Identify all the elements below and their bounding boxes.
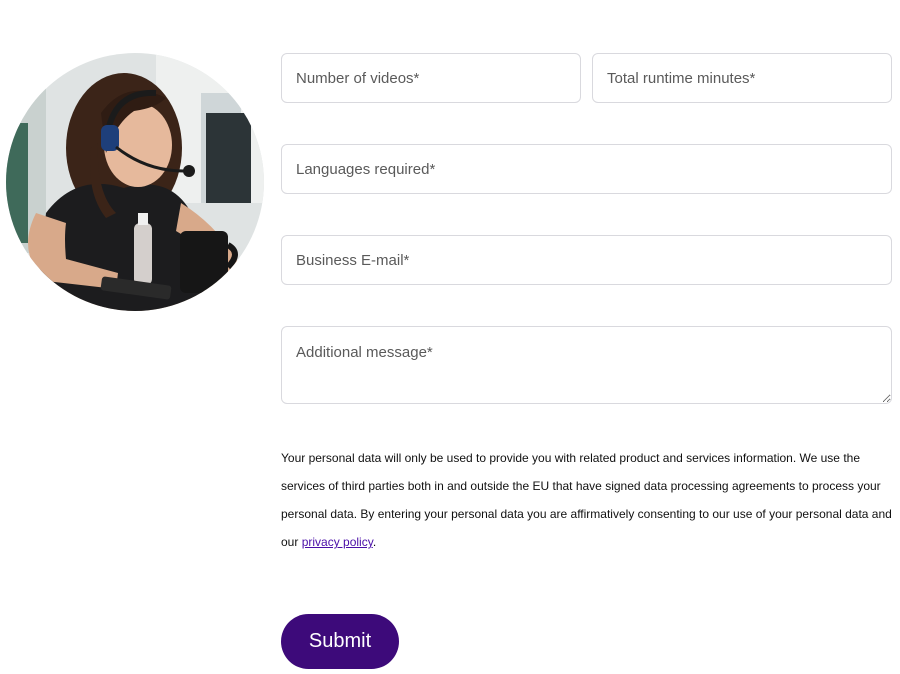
privacy-policy-link[interactable]: privacy policy <box>302 535 373 549</box>
contact-form-page: Your personal data will only be used to … <box>0 0 900 674</box>
privacy-notice-end: . <box>372 535 377 549</box>
quote-request-form: Your personal data will only be used to … <box>281 53 892 669</box>
videos-runtime-row <box>281 53 892 103</box>
headset-agent-illustration <box>6 53 264 311</box>
total-runtime-input[interactable] <box>592 53 892 103</box>
languages-required-input[interactable] <box>281 144 892 194</box>
agent-photo <box>6 53 264 311</box>
privacy-notice: Your personal data will only be used to … <box>281 444 892 556</box>
submit-button[interactable]: Submit <box>281 614 399 669</box>
business-email-input[interactable] <box>281 235 892 285</box>
number-of-videos-input[interactable] <box>281 53 581 103</box>
additional-message-textarea[interactable] <box>281 326 892 404</box>
